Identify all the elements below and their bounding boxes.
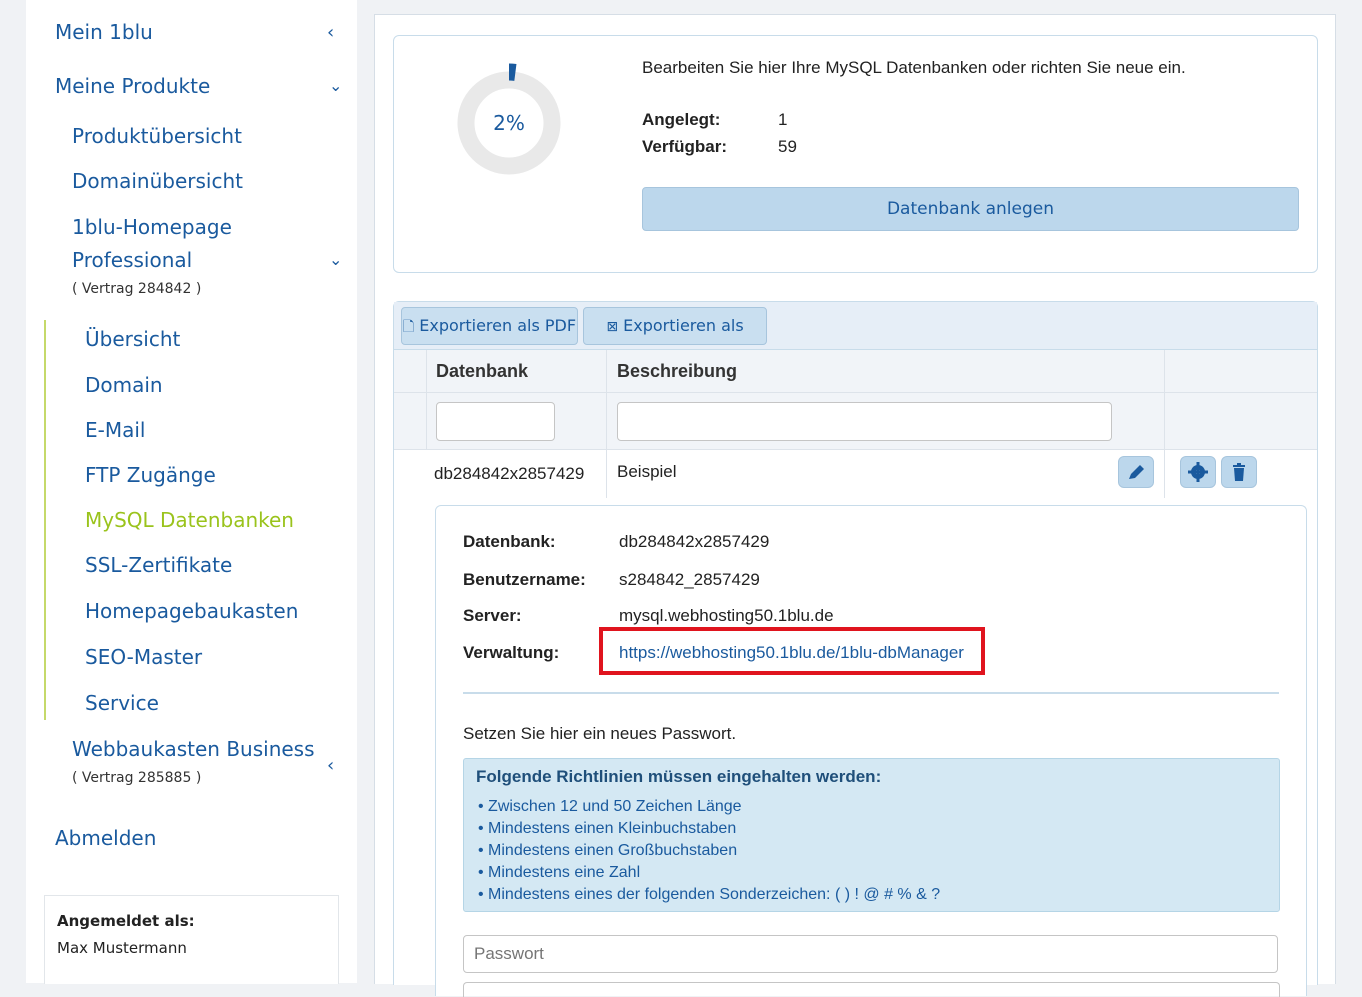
delete-button[interactable] <box>1221 456 1257 488</box>
nav-mein-1blu[interactable]: Mein 1blu <box>55 20 153 44</box>
rule-item: • Mindestens eines der folgenden Sonderz… <box>478 886 941 903</box>
column-header-datenbank[interactable]: Datenbank <box>436 361 528 382</box>
nav-meine-produkte[interactable]: Meine Produkte <box>55 74 210 98</box>
chevron-down-icon[interactable]: ⌄ <box>329 250 342 269</box>
nav-abmelden[interactable]: Abmelden <box>55 826 156 850</box>
password-rules-box: Folgende Richtlinien müssen eingehalten … <box>463 758 1280 912</box>
sidebar-item-ssl[interactable]: SSL-Zertifikate <box>85 553 232 577</box>
nav-homepage-line2[interactable]: Professional <box>72 248 192 272</box>
table-filter-row <box>394 393 1317 450</box>
usage-percent: 2% <box>493 111 525 135</box>
usage-donut-chart: 2% <box>457 63 561 175</box>
filter-datenbank-input[interactable] <box>436 402 555 441</box>
password-confirm-input[interactable] <box>463 982 1280 997</box>
rule-item: • Zwischen 12 und 50 Zeichen Länge <box>478 798 742 815</box>
contract-number: ( Vertrag 284842 ) <box>72 281 202 297</box>
detail-user-value: s284842_2857429 <box>619 570 760 589</box>
settings-button[interactable] <box>1180 456 1216 488</box>
detail-server-value: mysql.webhosting50.1blu.de <box>619 606 834 625</box>
submenu-indicator <box>44 320 46 720</box>
rule-item: • Mindestens eine Zahl <box>478 864 641 881</box>
export-pdf-button[interactable]: 🗋 Exportieren als PDF <box>401 307 578 345</box>
rules-list: • Zwischen 12 und 50 Zeichen Länge • Min… <box>478 796 940 906</box>
nav-domainuebersicht[interactable]: Domainübersicht <box>72 169 243 193</box>
row-description: Beispiel <box>617 462 677 481</box>
filter-beschreibung-input[interactable] <box>617 402 1112 441</box>
detail-db-label: Datenbank: <box>463 532 556 551</box>
table-row[interactable]: db284842x2857429 Beispiel <box>394 450 1317 498</box>
verfuegbar-value: 59 <box>778 137 797 156</box>
nav-webbaukasten[interactable]: Webbaukasten Business <box>72 737 315 761</box>
sidebar-item-seo[interactable]: SEO-Master <box>85 645 202 669</box>
chevron-left-icon[interactable]: ‹ <box>327 22 334 43</box>
divider <box>463 692 1279 694</box>
detail-admin-label: Verwaltung: <box>463 643 560 662</box>
nav-produktuebersicht[interactable]: Produktübersicht <box>72 124 242 148</box>
rule-item: • Mindestens einen Kleinbuchstaben <box>478 820 737 837</box>
database-table-panel: 🗋 Exportieren als PDF ⊠ Exportieren als … <box>393 301 1318 997</box>
password-input[interactable] <box>463 935 1278 973</box>
column-header-beschreibung[interactable]: Beschreibung <box>617 361 737 382</box>
rule-item: • Mindestens einen Großbuchstaben <box>478 842 738 859</box>
trash-icon <box>1233 463 1245 481</box>
detail-server-label: Server: <box>463 606 522 625</box>
create-database-button[interactable]: Datenbank anlegen <box>642 187 1299 231</box>
sidebar-item-email[interactable]: E-Mail <box>85 418 145 442</box>
sidebar-item-mysql[interactable]: MySQL Datenbanken <box>85 508 294 532</box>
sidebar-item-uebersicht[interactable]: Übersicht <box>85 327 180 351</box>
nav-homepage-line1[interactable]: 1blu-Homepage <box>72 215 232 239</box>
angelegt-value: 1 <box>778 110 788 129</box>
login-label: Angemeldet als: <box>57 912 195 930</box>
chevron-down-icon[interactable]: ⌄ <box>329 76 342 95</box>
table-header-row: Datenbank Beschreibung <box>394 350 1317 393</box>
pdf-icon: 🗋 <box>402 319 415 335</box>
table-toolbar: 🗋 Exportieren als PDF ⊠ Exportieren als … <box>394 302 1317 372</box>
sidebar-item-service[interactable]: Service <box>85 691 159 715</box>
export-pdf-label: Exportieren als PDF <box>419 316 577 335</box>
rules-title: Folgende Richtlinien müssen eingehalten … <box>476 767 882 786</box>
sidebar-item-domain[interactable]: Domain <box>85 373 163 397</box>
detail-db-value: db284842x2857429 <box>619 532 770 551</box>
row-database-name: db284842x2857429 <box>434 464 585 483</box>
sidebar-item-ftp[interactable]: FTP Zugänge <box>85 463 216 487</box>
login-user: Max Mustermann <box>57 939 187 957</box>
excel-icon: ⊠ <box>606 319 619 335</box>
main-content: 2% Bearbeiten Sie hier Ihre MySQL Datenb… <box>374 14 1336 997</box>
detail-user-label: Benutzername: <box>463 570 586 589</box>
edit-button[interactable] <box>1118 456 1154 488</box>
summary-panel: 2% Bearbeiten Sie hier Ihre MySQL Datenb… <box>393 35 1318 273</box>
contract-number: ( Vertrag 285885 ) <box>72 770 202 786</box>
login-box: Angemeldet als: Max Mustermann <box>44 895 339 984</box>
export-excel-button[interactable]: ⊠ Exportieren als Excel <box>583 307 767 372</box>
angelegt-label: Angelegt: <box>642 110 721 129</box>
password-intro: Setzen Sie hier ein neues Passwort. <box>463 724 737 743</box>
sidebar: Mein 1blu ‹ Meine Produkte ⌄ Produktüber… <box>26 0 357 984</box>
gear-icon <box>1188 462 1208 482</box>
chevron-left-icon[interactable]: ‹ <box>327 755 334 776</box>
intro-text: Bearbeiten Sie hier Ihre MySQL Datenbank… <box>642 58 1186 77</box>
db-manager-link[interactable]: https://webhosting50.1blu.de/1blu-dbMana… <box>619 643 964 663</box>
sidebar-item-homepagebaukasten[interactable]: Homepagebaukasten <box>85 599 298 623</box>
database-details-panel: Datenbank: db284842x2857429 Benutzername… <box>435 505 1307 997</box>
verfuegbar-label: Verfügbar: <box>642 137 728 156</box>
pencil-icon <box>1129 465 1144 479</box>
